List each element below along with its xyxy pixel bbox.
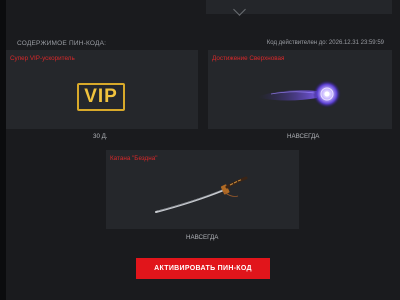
chevron-down-icon	[233, 3, 246, 16]
reward-title: Супер VIP-ускоритель	[10, 55, 75, 62]
reward-title: Достижение Сверхновая	[212, 55, 285, 62]
top-panel	[206, 0, 392, 16]
activate-pin-button[interactable]: АКТИВИРОВАТЬ ПИН-КОД	[136, 258, 270, 279]
reward-title: Катана "Бездна"	[110, 155, 158, 162]
code-validity-label: Код действителен до: 2026.12.31 23:59:59	[266, 40, 384, 46]
reward-duration: НАВСЕГДА	[287, 133, 320, 140]
pin-contents-label: СОДЕРЖИМОЕ ПИН-КОДА:	[17, 40, 107, 47]
vip-badge-icon: VIP	[77, 83, 125, 111]
reward-duration: 30 Д.	[93, 133, 108, 140]
reward-duration: НАВСЕГДА	[186, 234, 219, 241]
supernova-achievement-icon	[259, 80, 341, 108]
katana-icon	[155, 176, 248, 213]
